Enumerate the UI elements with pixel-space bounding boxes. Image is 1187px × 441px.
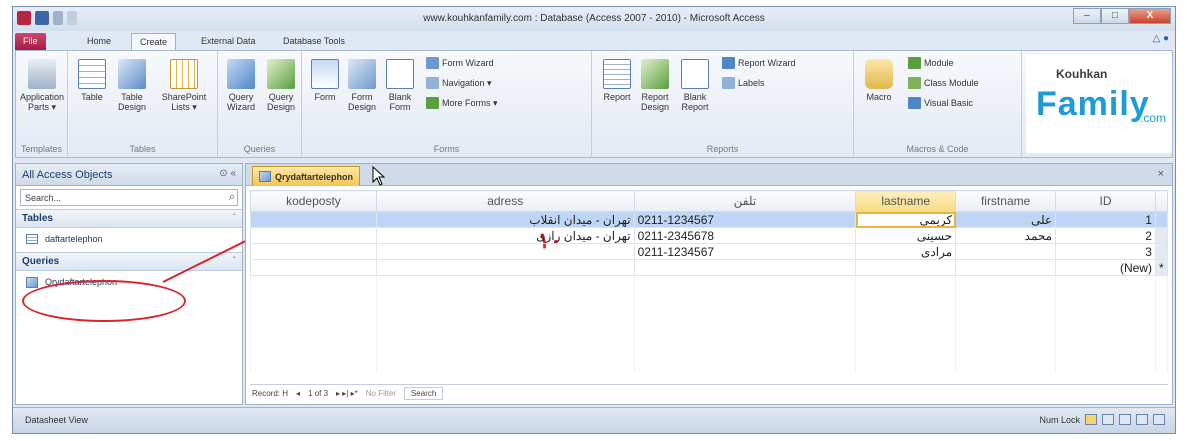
table-row[interactable]: 0211-1234567 مرادی 3 — [250, 243, 1169, 260]
empty-row — [250, 291, 1169, 308]
empty-row — [250, 355, 1169, 372]
cell-adress[interactable] — [375, 243, 635, 260]
design-view-icon[interactable] — [1153, 414, 1165, 425]
empty-row — [250, 339, 1169, 356]
record-label[interactable]: Record: H — [252, 389, 288, 398]
cell-id[interactable]: 2 — [1055, 227, 1156, 244]
empty-row — [250, 275, 1169, 292]
cell-phone[interactable]: 0211-1234567 — [633, 243, 857, 260]
mouse-cursor-icon — [372, 166, 386, 186]
record-search-input[interactable]: Search — [403, 387, 444, 400]
cell-lastname[interactable]: کریمی — [855, 211, 957, 228]
column-header-phone[interactable]: تلفن — [633, 190, 857, 212]
next-record-icon[interactable]: ▸ ▸| ▸* — [336, 389, 358, 398]
tab-qrydaftartelephon[interactable]: Qrydaftartelephon — [252, 166, 361, 186]
status-right: Num Lock — [1039, 414, 1165, 425]
cell-kodeposty[interactable] — [250, 211, 377, 228]
cell-lastname[interactable]: حسینی — [855, 227, 957, 244]
new-record-row[interactable]: (New) * — [250, 259, 1169, 276]
record-position[interactable]: 1 of 3 — [308, 389, 328, 398]
cell-lastname[interactable]: مرادی — [855, 243, 957, 260]
cell-kodeposty[interactable] — [250, 243, 377, 260]
prev-record-icon[interactable]: ◂ — [296, 389, 300, 398]
new-record-selector[interactable]: * — [1154, 259, 1169, 276]
num-lock-indicator: Num Lock — [1039, 414, 1080, 425]
column-header-firstname[interactable]: firstname — [955, 190, 1057, 212]
sql-view-icon[interactable] — [1136, 414, 1148, 425]
cell-empty[interactable] — [855, 259, 957, 276]
select-all-corner[interactable] — [1154, 190, 1169, 212]
cell-id[interactable]: 1 — [1055, 211, 1156, 228]
access-window: www.kouhkanfamily.com : Database (Access… — [12, 6, 1176, 434]
status-view-label: Datasheet View — [25, 415, 88, 425]
pivot-table-icon[interactable] — [1102, 414, 1114, 425]
document-area: Qrydaftartelephon × ۱۰ kodeposty adress … — [245, 163, 1173, 405]
document-tab-label: Qrydaftartelephon — [275, 171, 354, 182]
new-record-label[interactable]: (New) — [1055, 259, 1156, 276]
row-selector[interactable] — [1154, 211, 1169, 228]
column-header-kodeposty[interactable]: kodeposty — [250, 190, 377, 212]
empty-row — [250, 307, 1169, 324]
row-selector[interactable] — [1154, 243, 1169, 260]
record-navigation-bar: Record: H ◂ 1 of 3 ▸ ▸| ▸* No Filter Sea… — [250, 384, 1168, 402]
empty-row — [250, 323, 1169, 340]
column-header-adress[interactable]: adress — [375, 190, 635, 212]
pivot-chart-icon[interactable] — [1119, 414, 1131, 425]
cell-adress[interactable]: تهران - میدان انقلاب — [375, 211, 635, 228]
close-icon[interactable]: × — [1158, 168, 1164, 180]
table-row[interactable]: تهران - میدان انقلاب 0211-1234567 کریمی … — [250, 211, 1169, 228]
datasheet-view-icon[interactable] — [1085, 414, 1097, 425]
cell-firstname[interactable]: محمد — [955, 227, 1057, 244]
cell-empty[interactable] — [250, 259, 377, 276]
no-filter-button[interactable]: No Filter — [366, 389, 396, 398]
status-bar: Datasheet View Num Lock — [13, 407, 1175, 433]
table-row[interactable]: تهران - میدان رازی 0211-2345678 حسینی مح… — [250, 227, 1169, 244]
cell-id[interactable]: 3 — [1055, 243, 1156, 260]
cell-adress[interactable]: تهران - میدان رازی — [375, 227, 635, 244]
cell-empty[interactable] — [955, 259, 1057, 276]
cell-firstname[interactable]: علی — [955, 211, 1057, 228]
cell-firstname[interactable] — [955, 243, 1057, 260]
cell-empty[interactable] — [375, 259, 635, 276]
cell-phone[interactable]: 0211-1234567 — [633, 211, 857, 228]
datasheet-grid: kodeposty adress تلفن lastname firstname… — [250, 190, 1169, 372]
column-header-lastname[interactable]: lastname — [855, 190, 957, 212]
query-icon — [259, 171, 271, 182]
row-selector[interactable] — [1154, 227, 1169, 244]
cell-phone[interactable]: 0211-2345678 — [633, 227, 857, 244]
cell-kodeposty[interactable] — [250, 227, 377, 244]
cell-empty[interactable] — [633, 259, 857, 276]
column-header-id[interactable]: ID — [1055, 190, 1156, 212]
